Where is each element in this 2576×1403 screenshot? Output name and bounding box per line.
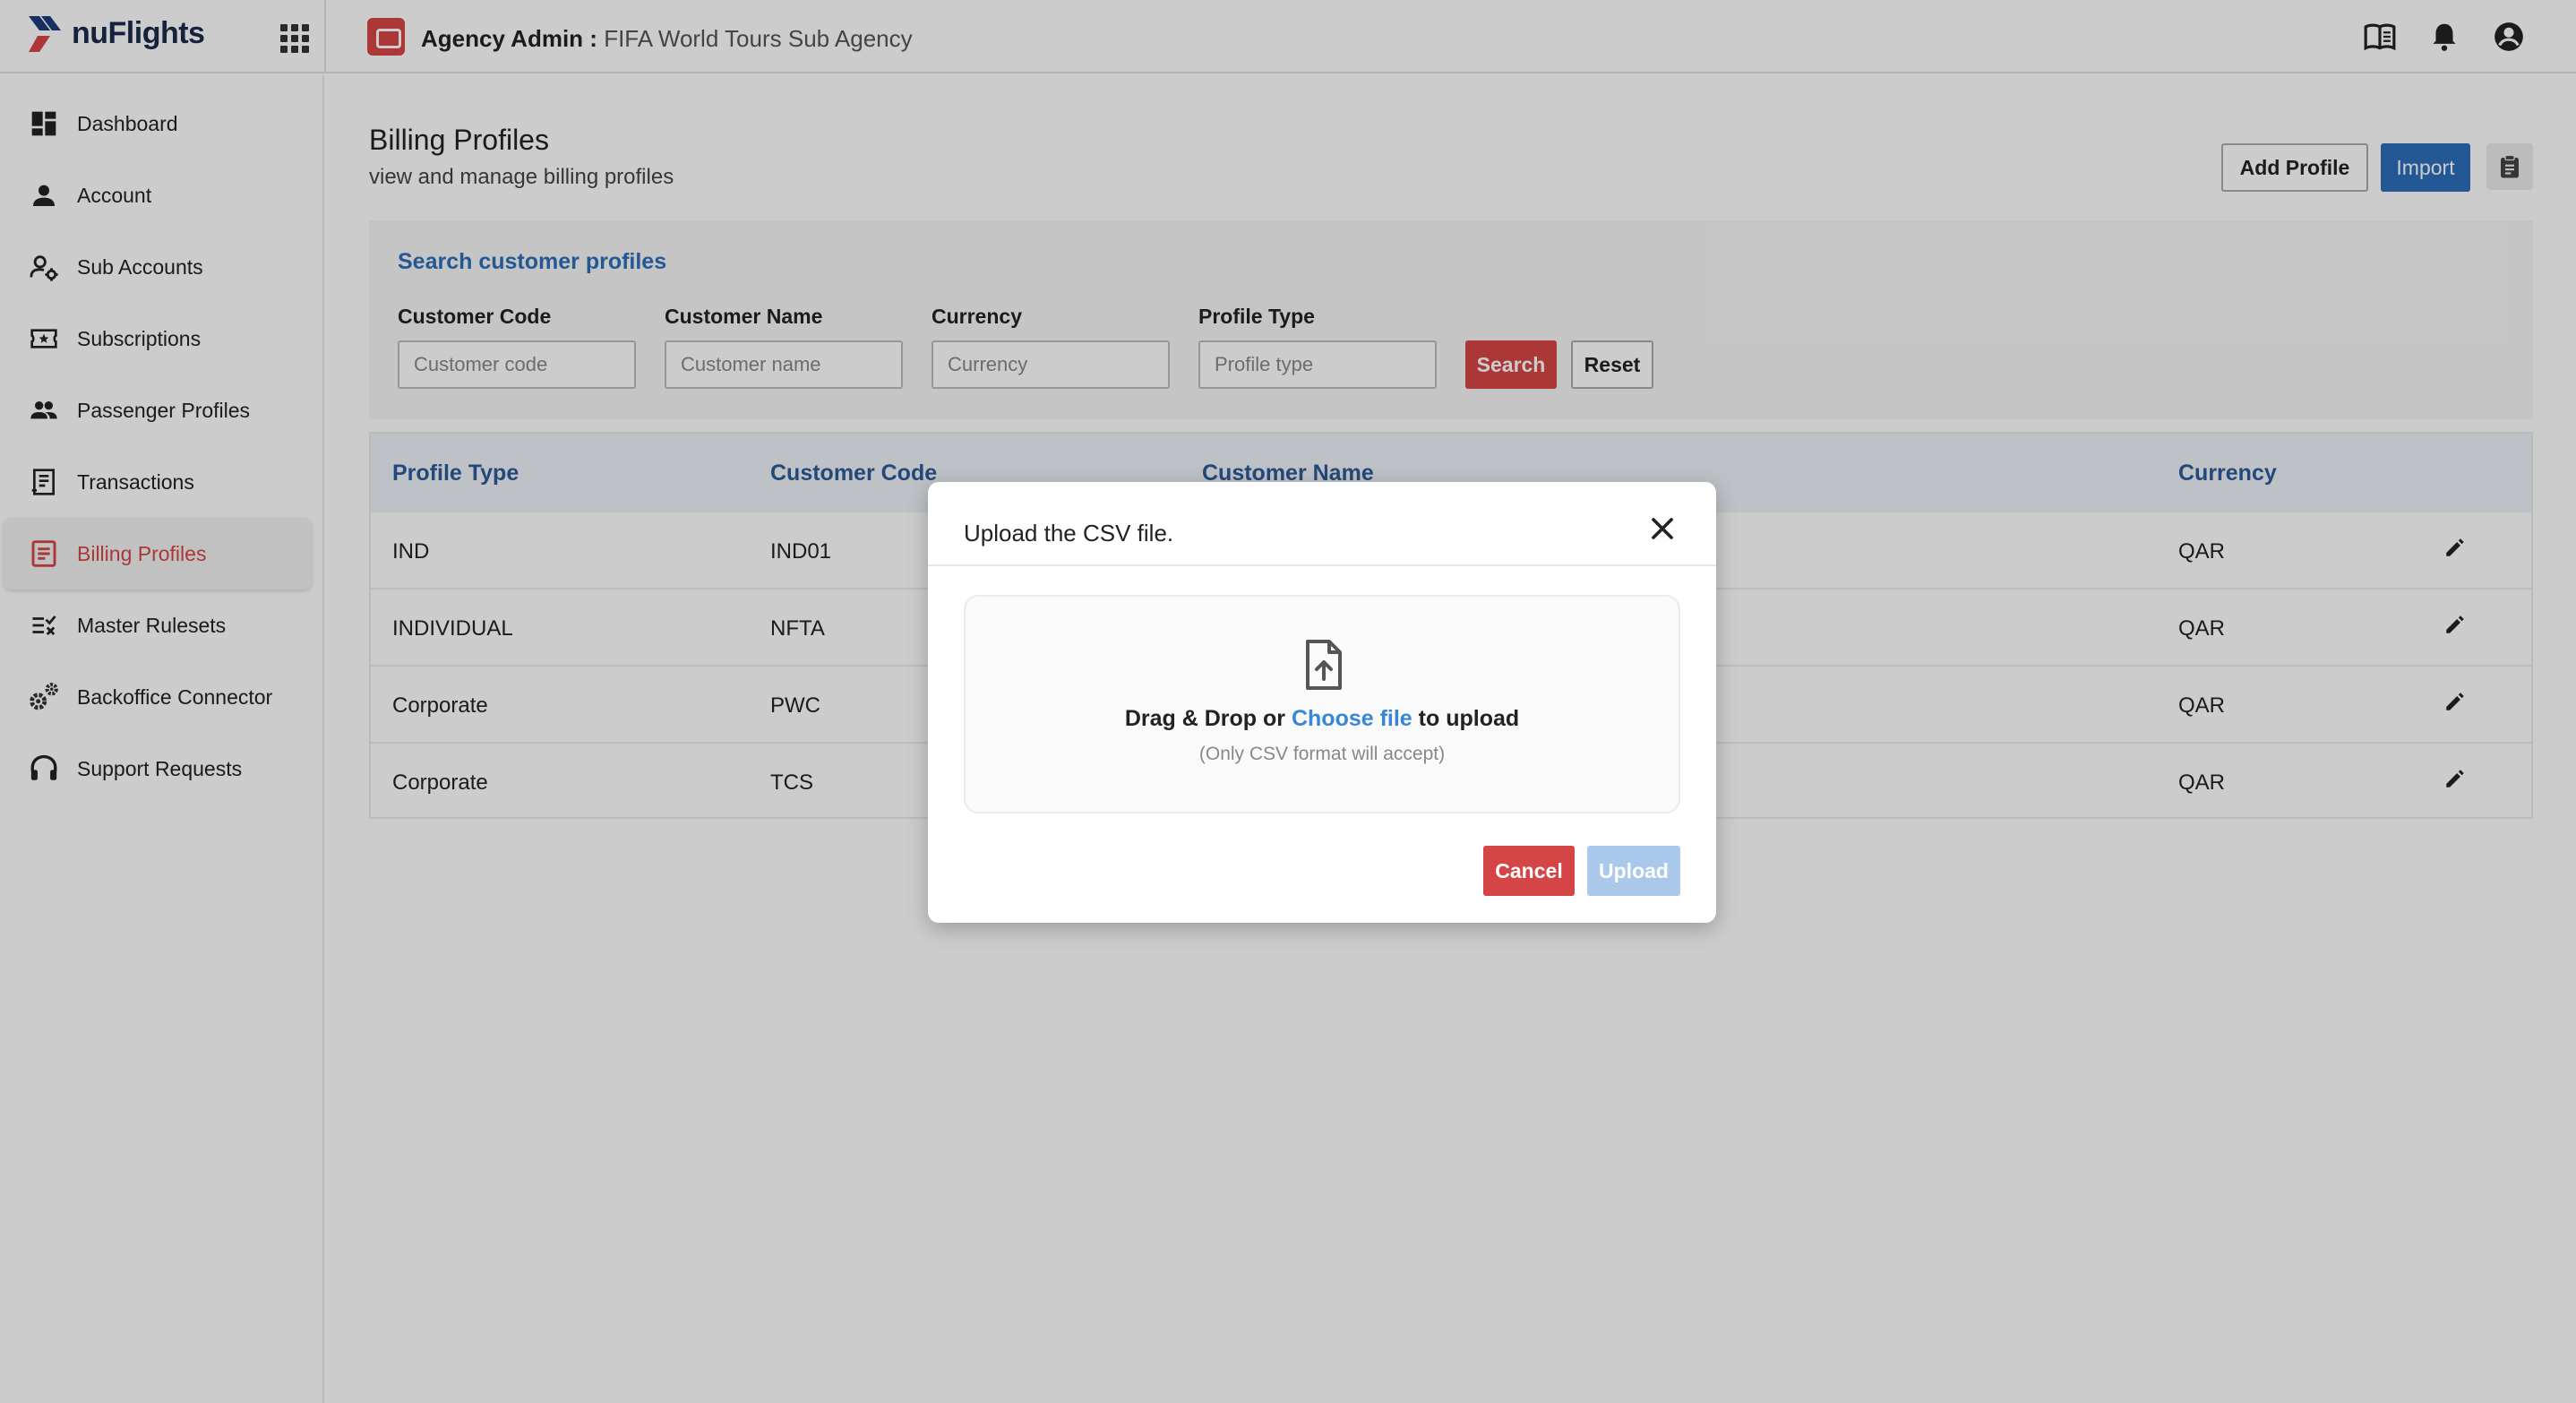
format-hint: (Only CSV format will accept) (1198, 744, 1446, 764)
file-dropzone[interactable]: Drag & Drop or Choose file to upload (On… (964, 595, 1680, 813)
choose-file-link[interactable]: Choose file (1292, 706, 1413, 731)
upload-button[interactable]: Upload (1587, 846, 1680, 896)
modal-title: Upload the CSV file. (964, 520, 1174, 547)
file-upload-icon (1306, 640, 1342, 690)
modal-divider (928, 564, 1716, 566)
upload-csv-dialog: Upload the CSV file. Drag & Drop or Choo… (928, 482, 1716, 923)
drop-suffix: to upload (1412, 706, 1520, 731)
cancel-button[interactable]: Cancel (1483, 846, 1575, 896)
drop-prefix: Drag & Drop or (1124, 706, 1292, 731)
drop-instructions: Drag & Drop or Choose file to upload (966, 706, 1679, 732)
close-icon[interactable] (1644, 511, 1680, 547)
